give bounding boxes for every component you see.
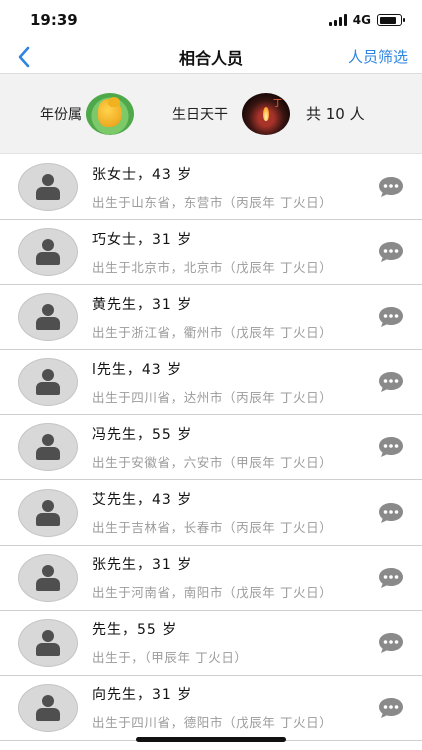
person-birth-detail: 出生于河南省，南阳市（戊辰年 丁火日） — [92, 585, 333, 601]
person-name: 张女士，43 岁 — [92, 166, 193, 183]
status-indicators: 4G — [328, 13, 405, 27]
person-name: 艾先生，43 岁 — [92, 492, 193, 509]
person-name: 张先生，31 岁 — [92, 557, 193, 574]
person-row[interactable]: 冯先生，55 岁出生于安徽省，六安市（甲辰年 丁火日） — [0, 415, 422, 481]
status-time: 19:39 — [30, 11, 78, 29]
network-type: 4G — [352, 13, 371, 27]
dragon-zodiac-icon — [86, 92, 134, 135]
avatar — [18, 228, 78, 277]
person-info: 艾先生，43 岁出生于吉林省，长春市（丙辰年 丁火日） — [92, 489, 372, 536]
person-info: 张先生，31 岁出生于河南省，南阳市（戊辰年 丁火日） — [92, 554, 372, 601]
person-row[interactable]: 巧女士，31 岁出生于北京市，北京市（戊辰年 丁火日） — [0, 220, 422, 286]
avatar — [18, 553, 78, 602]
avatar — [18, 358, 78, 407]
people-list: 张女士，43 岁出生于山东省，东营市（丙辰年 丁火日） 巧女士，31 岁出生于北京… — [0, 155, 422, 741]
person-icon — [34, 629, 62, 656]
person-name: l先生，43 岁 — [92, 361, 183, 378]
person-birth-detail: 出生于四川省，达州市（丙辰年 丁火日） — [92, 389, 333, 405]
avatar — [18, 618, 78, 667]
person-icon — [34, 434, 62, 461]
person-name: 先生，55 岁 — [92, 622, 178, 639]
person-info: 冯先生，55 岁出生于安徽省，六安市（甲辰年 丁火日） — [92, 424, 372, 471]
signal-icon — [328, 14, 347, 26]
person-name: 向先生，31 岁 — [92, 687, 193, 704]
chat-bubble-icon[interactable] — [378, 241, 404, 263]
avatar — [18, 488, 78, 537]
navigation-bar: 相合人员 人员筛选 — [0, 40, 422, 74]
person-info: 巧女士，31 岁出生于北京市，北京市（戊辰年 丁火日） — [92, 229, 372, 276]
battery-icon — [377, 14, 405, 26]
person-row[interactable]: 艾先生，43 岁出生于吉林省，长春市（丙辰年 丁火日） — [0, 480, 422, 546]
person-icon — [34, 564, 62, 591]
person-name: 冯先生，55 岁 — [92, 426, 193, 443]
person-name: 巧女士，31 岁 — [92, 231, 193, 248]
person-birth-detail: 出生于，（甲辰年 丁火日） — [92, 650, 248, 666]
chat-bubble-icon[interactable] — [378, 176, 404, 198]
person-icon — [34, 174, 62, 201]
chat-bubble-icon[interactable] — [378, 567, 404, 589]
chat-bubble-icon[interactable] — [378, 502, 404, 524]
avatar — [18, 163, 78, 212]
person-row[interactable]: 黄先生，31 岁出生于浙江省，衢州市（戊辰年 丁火日） — [0, 285, 422, 351]
people-count: 共 10 人 — [306, 105, 365, 123]
year-label: 年份属 — [40, 106, 82, 123]
person-icon — [34, 304, 62, 331]
person-icon — [34, 694, 62, 721]
person-row[interactable]: 向先生，31 岁出生于四川省，德阳市（戊辰年 丁火日） — [0, 676, 422, 741]
person-info: 向先生，31 岁出生于四川省，德阳市（戊辰年 丁火日） — [92, 684, 372, 731]
person-birth-detail: 出生于山东省，东营市（丙辰年 丁火日） — [92, 194, 333, 210]
person-info: 先生，55 岁出生于，（甲辰年 丁火日） — [92, 619, 372, 666]
person-info: l先生，43 岁出生于四川省，达州市（丙辰年 丁火日） — [92, 359, 372, 406]
person-birth-detail: 出生于安徽省，六安市（甲辰年 丁火日） — [92, 454, 333, 470]
fire-stem-icon: 丁 — [242, 92, 290, 135]
person-row[interactable]: l先生，43 岁出生于四川省，达州市（丙辰年 丁火日） — [0, 350, 422, 416]
chat-bubble-icon[interactable] — [378, 436, 404, 458]
person-icon — [34, 369, 62, 396]
avatar — [18, 423, 78, 472]
person-row[interactable]: 先生，55 岁出生于，（甲辰年 丁火日） — [0, 611, 422, 676]
person-info: 张女士，43 岁出生于山东省，东营市（丙辰年 丁火日） — [92, 164, 372, 211]
person-row[interactable]: 张先生，31 岁出生于河南省，南阳市（戊辰年 丁火日） — [0, 546, 422, 611]
person-row[interactable]: 张女士，43 岁出生于山东省，东营市（丙辰年 丁火日） — [0, 155, 422, 221]
person-birth-detail: 出生于吉林省，长春市（丙辰年 丁火日） — [92, 520, 333, 536]
chat-bubble-icon[interactable] — [378, 371, 404, 393]
person-icon — [34, 499, 62, 526]
chevron-left-icon — [18, 46, 30, 67]
match-summary: 年份属 生日天干 丁 共 10 人 — [0, 74, 422, 154]
filter-people-button[interactable]: 人员筛选 — [348, 46, 408, 67]
person-birth-detail: 出生于四川省，德阳市（戊辰年 丁火日） — [92, 715, 333, 731]
home-indicator — [136, 737, 286, 742]
person-info: 黄先生，31 岁出生于浙江省，衢州市（戊辰年 丁火日） — [92, 294, 372, 341]
avatar — [18, 293, 78, 342]
stem-glyph: 丁 — [272, 98, 282, 109]
stem-label: 生日天干 — [172, 106, 228, 123]
person-birth-detail: 出生于浙江省，衢州市（戊辰年 丁火日） — [92, 324, 333, 340]
person-icon — [34, 239, 62, 266]
chat-bubble-icon[interactable] — [378, 306, 404, 328]
avatar — [18, 683, 78, 732]
chat-bubble-icon[interactable] — [378, 632, 404, 654]
person-birth-detail: 出生于北京市，北京市（戊辰年 丁火日） — [92, 259, 333, 275]
status-bar: 19:39 4G — [0, 0, 422, 40]
back-button[interactable] — [10, 43, 38, 71]
chat-bubble-icon[interactable] — [378, 697, 404, 719]
person-name: 黄先生，31 岁 — [92, 296, 193, 313]
